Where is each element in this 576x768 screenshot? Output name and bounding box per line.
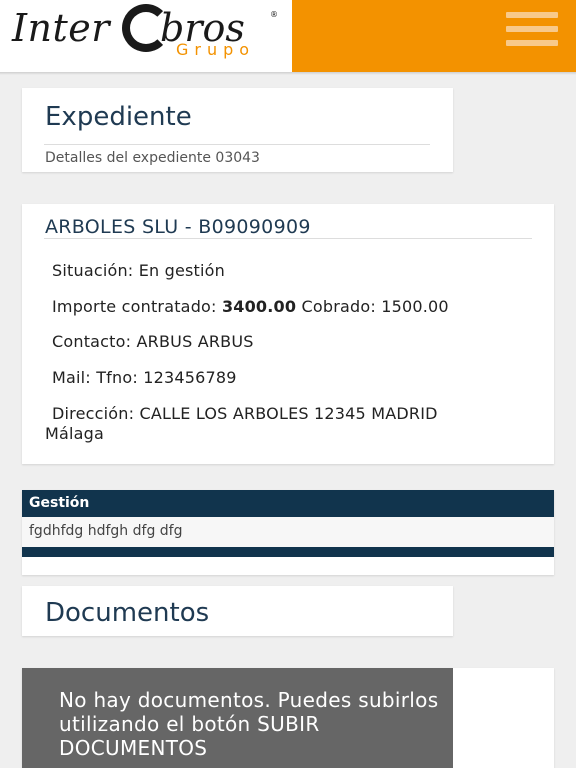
hamburger-line (506, 40, 558, 46)
contacto-row: Contacto: ARBUS ARBUS (52, 332, 254, 351)
gestion-header-label: Gestión (29, 495, 90, 511)
gestion-text: fgdhfdg hdfgh dfg dfg (29, 523, 183, 539)
documentos-title: Documentos (45, 598, 210, 628)
client-title: ARBOLES SLU - B09090909 (45, 216, 311, 238)
direccion-city: Málaga (45, 424, 105, 443)
importe-value: 3400.00 (221, 297, 297, 316)
logo-text-grupo: Grupo (176, 40, 256, 59)
divider (44, 144, 430, 145)
hamburger-line (506, 12, 558, 18)
hamburger-menu-icon[interactable] (506, 12, 558, 48)
expediente-subtitle: Detalles del expediente 03043 (45, 150, 260, 166)
header-menu-bar (292, 0, 576, 72)
gestion-table: Gestión fgdhfdg hdfgh dfg dfg (22, 490, 554, 575)
direccion-value: CALLE LOS ARBOLES 12345 MADRID (139, 404, 438, 423)
intercobros-logo[interactable]: Inter bros ® Grupo (0, 0, 292, 72)
situacion-row: Situación: En gestión (52, 261, 225, 280)
mail-label: Mail: (52, 368, 91, 387)
importe-row: Importe contratado: 3400.00 Cobrado: 150… (52, 297, 449, 316)
cobrado-value: 1500.00 (381, 297, 449, 316)
documentos-card: Documentos (22, 586, 453, 636)
page-title: Expediente (45, 102, 192, 132)
tfno-label: Tfno: (96, 368, 138, 387)
expediente-card: Expediente Detalles del expediente 03043 (22, 88, 453, 172)
gestion-header: Gestión (22, 490, 554, 517)
direccion-label: Dirección: (52, 404, 135, 423)
no-documents-message: No hay documentos. Puedes subirlos utili… (59, 688, 439, 760)
cobrado-label: Cobrado: (301, 297, 376, 316)
importe-label: Importe contratado: (52, 297, 217, 316)
direccion-row: Dirección: CALLE LOS ARBOLES 12345 MADRI… (52, 404, 438, 423)
tfno-value: 123456789 (143, 368, 237, 387)
app-header: Inter bros ® Grupo (0, 0, 576, 72)
gestion-footer-bar (22, 547, 554, 557)
logo-text-inter: Inter (12, 6, 110, 50)
mail-row: Mail: Tfno: 123456789 (52, 368, 237, 387)
table-row: fgdhfdg hdfgh dfg dfg (22, 517, 554, 547)
contacto-value: ARBUS ARBUS (136, 332, 254, 351)
contacto-label: Contacto: (52, 332, 132, 351)
situacion-label: Situación: (52, 261, 134, 280)
header-shadow (0, 72, 576, 75)
no-documents-notice: No hay documentos. Puedes subirlos utili… (22, 668, 453, 768)
logo-registered-mark: ® (270, 10, 278, 19)
documents-empty-card: No hay documentos. Puedes subirlos utili… (22, 668, 554, 768)
client-details-card: ARBOLES SLU - B09090909 Situación: En ge… (22, 204, 554, 464)
divider (44, 238, 532, 239)
situacion-value: En gestión (138, 261, 226, 280)
hamburger-line (506, 26, 558, 32)
